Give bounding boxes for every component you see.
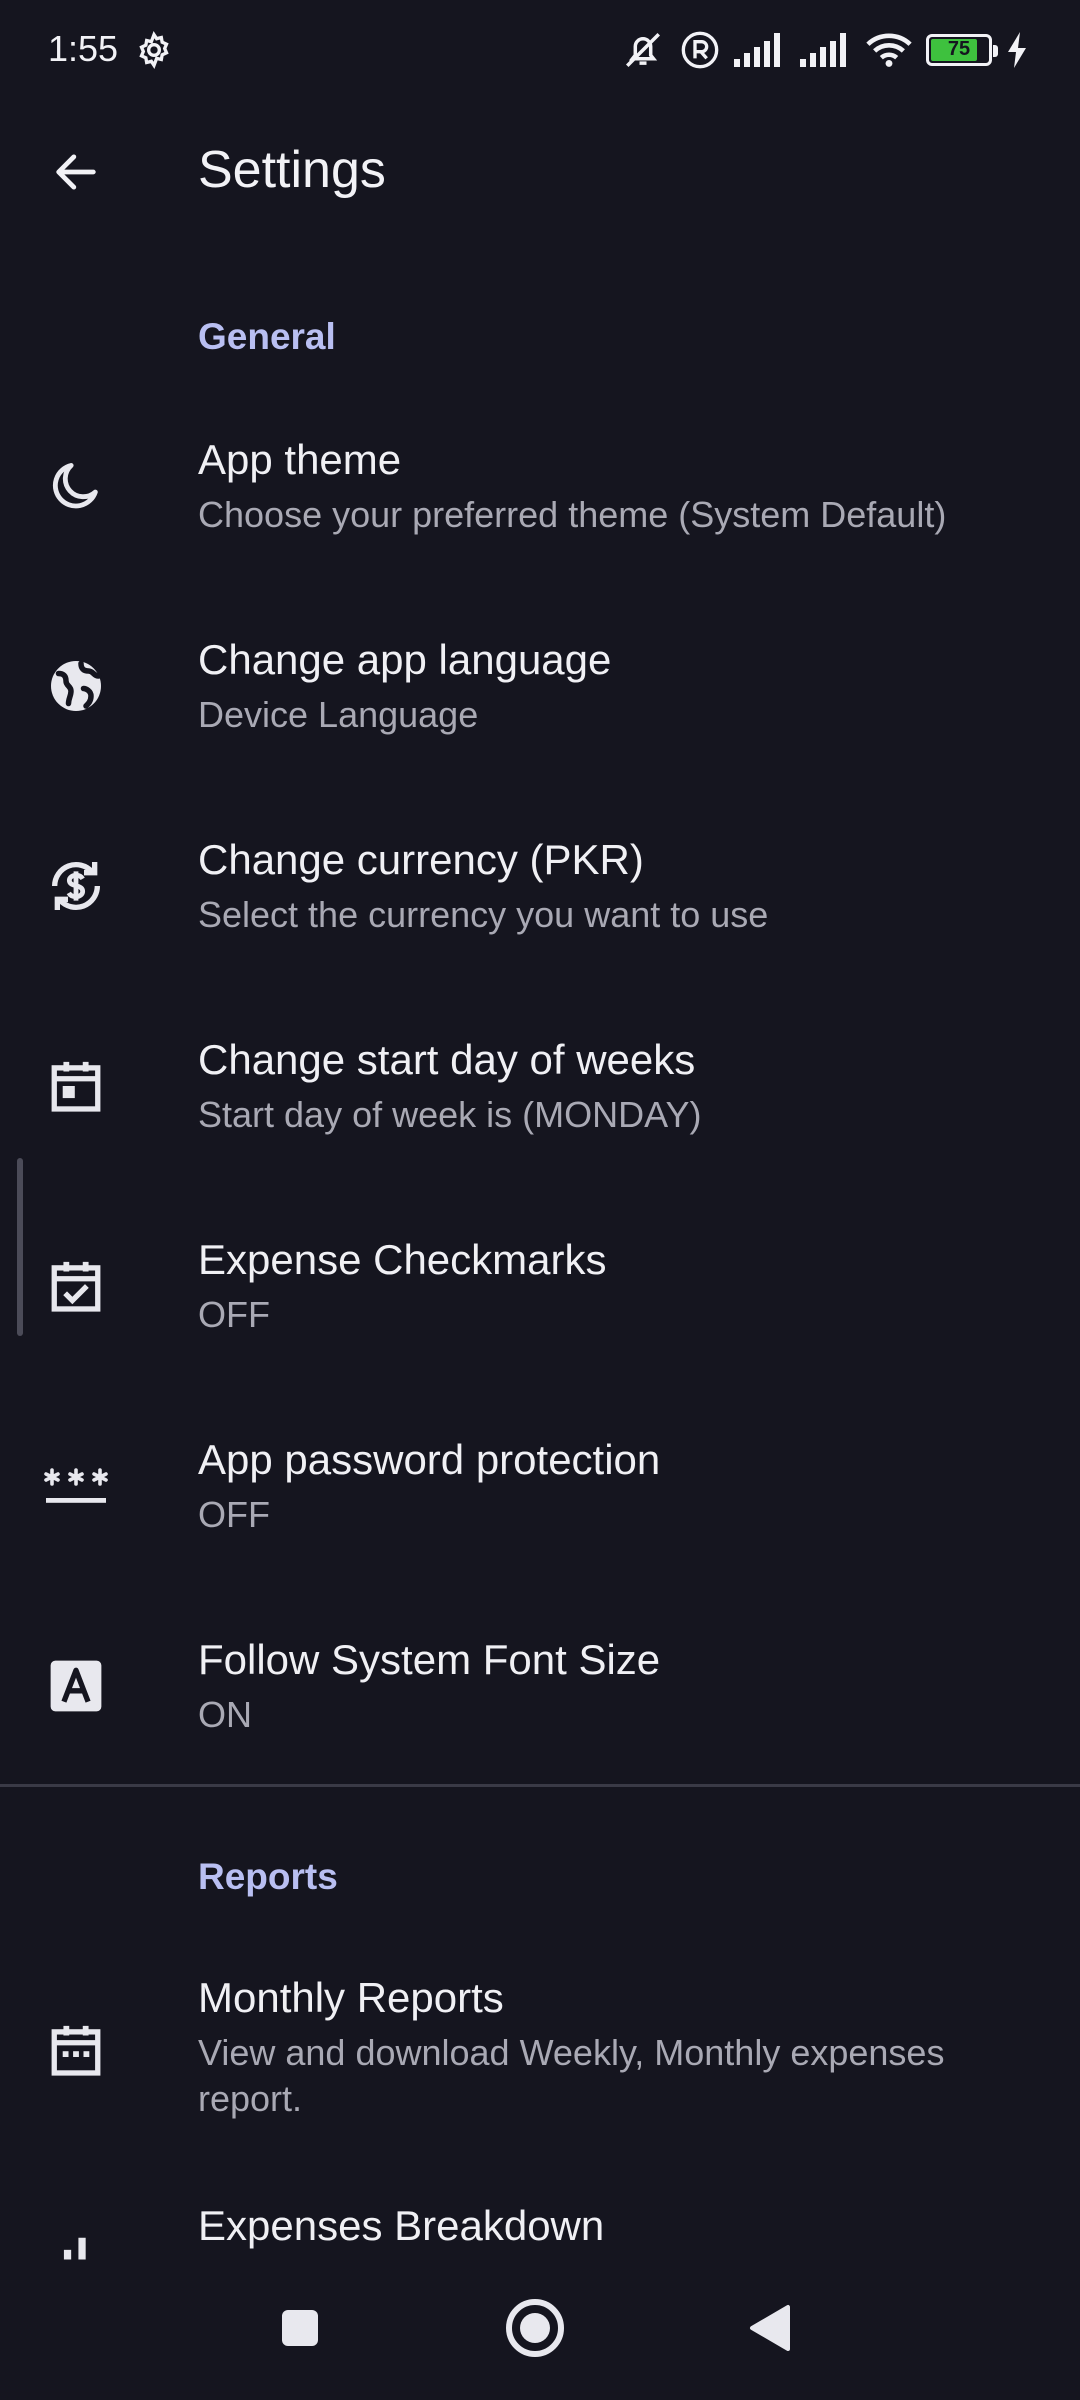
password-icon: [36, 1446, 116, 1526]
back-triangle-icon: [748, 2304, 792, 2357]
setting-subtitle: Choose your preferred theme (System Defa…: [198, 494, 947, 535]
globe-icon: [36, 646, 116, 726]
currency-exchange-icon: [36, 846, 116, 926]
setting-monthly-reports[interactable]: Monthly Reports View and download Weekly…: [0, 1940, 1080, 2180]
setting-title: App theme: [198, 436, 402, 483]
setting-password-protection[interactable]: App password protection OFF: [0, 1400, 1080, 1600]
system-nav-bar: [0, 2260, 1080, 2400]
scrollbar[interactable]: [17, 1158, 23, 1336]
setting-expenses-breakdown[interactable]: Expenses Breakdown: [0, 2190, 1080, 2260]
moon-icon: [36, 446, 116, 526]
bar-chart-icon: [36, 2212, 116, 2260]
setting-title: App password protection: [198, 1436, 661, 1483]
setting-subtitle: View and download Weekly, Monthly expens…: [198, 2032, 945, 2119]
app-bar: Settings: [0, 110, 1080, 230]
system-back-button[interactable]: [730, 2290, 810, 2370]
setting-title: Change app language: [198, 636, 612, 683]
calendar-check-icon: [36, 1246, 116, 1326]
settings-screen: 1:55 75 Settings General App theme Choos…: [0, 0, 1080, 2400]
mute-icon: [620, 29, 666, 71]
setting-title: Change start day of weeks: [198, 1036, 696, 1083]
signal-2-icon: [800, 33, 852, 67]
home-button[interactable]: [495, 2290, 575, 2370]
battery-icon: 75: [926, 34, 998, 66]
registered-icon: [680, 30, 720, 70]
setting-subtitle: Device Language: [198, 694, 479, 735]
page-title: Settings: [198, 141, 386, 199]
setting-subtitle: OFF: [198, 1494, 270, 1535]
home-circle-icon: [505, 2298, 565, 2363]
setting-subtitle: OFF: [198, 1294, 270, 1335]
setting-title: Expense Checkmarks: [198, 1236, 607, 1283]
calendar-month-icon: [36, 2010, 116, 2090]
back-button[interactable]: [36, 134, 116, 214]
setting-expense-checkmarks[interactable]: Expense Checkmarks OFF: [0, 1200, 1080, 1400]
setting-app-language[interactable]: Change app language Device Language: [0, 600, 1080, 800]
setting-title: Monthly Reports: [198, 1974, 504, 2021]
section-divider: [0, 1784, 1080, 1787]
setting-start-day[interactable]: Change start day of weeks Start day of w…: [0, 1000, 1080, 1200]
setting-subtitle: ON: [198, 1694, 252, 1735]
status-icons: 75: [620, 28, 1028, 72]
setting-title: Follow System Font Size: [198, 1636, 661, 1683]
recents-button[interactable]: [260, 2290, 340, 2370]
status-time: 1:55: [48, 28, 119, 69]
calendar-event-icon: [36, 1046, 116, 1126]
setting-change-currency[interactable]: Change currency (PKR) Select the currenc…: [0, 800, 1080, 1000]
charging-icon: [1006, 32, 1028, 68]
setting-subtitle: Select the currency you want to use: [198, 894, 769, 935]
font-icon: [36, 1646, 116, 1726]
setting-subtitle: Start day of week is (MONDAY): [198, 1094, 702, 1135]
gear-icon: [134, 30, 174, 70]
setting-title: Expenses Breakdown: [198, 2202, 605, 2249]
signal-1-icon: [734, 33, 786, 67]
recents-square-icon: [280, 2308, 320, 2353]
wifi-icon: [866, 32, 912, 68]
setting-font-size[interactable]: Follow System Font Size ON: [0, 1600, 1080, 1800]
arrow-left-icon: [50, 146, 102, 203]
setting-app-theme[interactable]: App theme Choose your preferred theme (S…: [0, 400, 1080, 600]
section-header-general: General: [198, 316, 336, 357]
section-header-reports: Reports: [198, 1856, 338, 1897]
status-bar: 1:55 75: [0, 0, 1080, 100]
setting-title: Change currency (PKR): [198, 836, 644, 883]
battery-level: 75: [947, 38, 971, 60]
